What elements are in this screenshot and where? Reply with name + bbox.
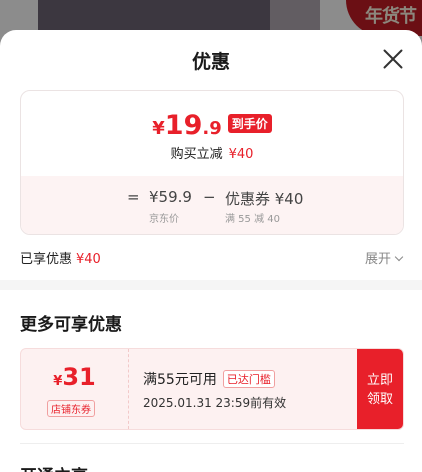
divider (20, 443, 404, 444)
chevron-down-icon (394, 252, 404, 262)
jd-price-value: ¥59.9 (149, 188, 192, 206)
expand-label: 展开 (364, 252, 391, 267)
coupon-deduct-condition: 满 55 减 40 (225, 214, 280, 225)
final-price-section: ¥19.9 到手价 购买立减 ¥40 (21, 91, 403, 176)
enjoyed-discount-value: ¥40 (76, 252, 101, 267)
final-price-integer: 19 (164, 110, 203, 141)
final-price-badge: 到手价 (227, 114, 272, 133)
coupon-deduct-value: 优惠券 ¥40 (225, 190, 304, 208)
section-divider (0, 280, 422, 290)
shop-coupon-card[interactable]: ¥31 店铺东券 满55元可用 已达门槛 2025.01.31 23:59前有效 … (20, 348, 404, 430)
final-price-decimal: .9 (202, 118, 222, 139)
jd-price-label: 京东价 (149, 214, 179, 225)
minus-sign: − (203, 188, 216, 206)
discount-sheet: 优惠 ¥19.9 到手价 购买立减 ¥40 = ¥59.9 京东价 − 优惠券 ¥4… (0, 30, 422, 472)
price-calculation: = ¥59.9 京东价 − 优惠券 ¥40 满 55 减 40 (21, 176, 403, 234)
final-price-currency: ¥ (152, 118, 165, 139)
claim-coupon-button[interactable]: 立即 领取 (357, 349, 403, 429)
coupon-value-section: ¥31 店铺东券 (21, 349, 129, 429)
coupon-type-tag: 店铺东券 (47, 400, 95, 417)
final-price: ¥19.9 到手价 (21, 110, 403, 141)
coupon-validity: 2025.01.31 23:59前有效 (143, 396, 287, 410)
enjoyed-discount-label: 已享优惠 (20, 252, 73, 267)
enjoyed-discount: 已享优惠 ¥40 (20, 248, 101, 267)
open-membership-title: 开通立享 (20, 462, 88, 472)
expand-button[interactable]: 展开 (364, 248, 404, 267)
price-breakdown-card: ¥19.9 到手价 购买立减 ¥40 = ¥59.9 京东价 − 优惠券 ¥40 满… (20, 90, 404, 235)
claim-label-line2: 领取 (366, 392, 393, 407)
coupon-condition: 满55元可用 (143, 372, 217, 388)
coupon-amount-number: 31 (62, 363, 96, 391)
threshold-reached-tag: 已达门槛 (222, 370, 275, 388)
buy-reduce-value: ¥40 (228, 147, 254, 162)
coupon-condition-line: 满55元可用 已达门槛 (143, 369, 275, 389)
buy-reduce-label: 购买立减 (170, 147, 223, 162)
equals-sign: = (127, 188, 140, 206)
buy-reduce-line: 购买立减 ¥40 (21, 143, 403, 162)
sheet-title: 优惠 (191, 51, 230, 73)
claim-label-line1: 立即 (366, 373, 393, 388)
more-discounts-title: 更多可享优惠 (20, 315, 122, 335)
coupon-amount: ¥31 (21, 363, 128, 391)
close-icon[interactable] (382, 48, 404, 70)
coupon-currency: ¥ (53, 374, 63, 389)
